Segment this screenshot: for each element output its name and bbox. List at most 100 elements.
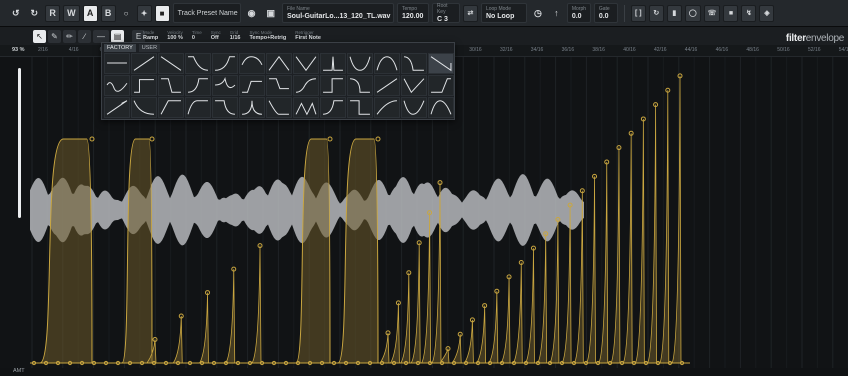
preset-shape-cell[interactable] [185,53,211,74]
lightning-icon[interactable]: ↯ [741,4,757,22]
preset-shape-cell[interactable] [320,53,346,74]
shape-preview-line [430,100,452,115]
loop-mode-field[interactable]: Loop Mode No Loop [480,3,527,23]
erase-tool-icon[interactable]: ✎ [48,30,61,43]
preset-shape-cell[interactable] [320,97,346,118]
pitch-icon[interactable]: ↑ [549,5,564,22]
preset-shape-cell[interactable] [374,75,400,96]
tab-user[interactable]: USER [138,44,161,52]
loop-back-icon[interactable]: ↻ [648,4,664,22]
sync-field[interactable]: Sync Off [208,29,224,43]
phone-icon[interactable]: ☏ [703,4,721,22]
shape-preview-icon [350,78,370,93]
preset-shape-cell[interactable] [185,75,211,96]
preset-shape-cell[interactable] [185,97,211,118]
retrigger-field[interactable]: Retrigger First Note [292,29,324,43]
preset-shape-cell[interactable] [347,97,373,118]
route-icon[interactable]: ◯ [684,4,701,22]
preset-shape-cell[interactable] [158,53,184,74]
preset-shape-cell[interactable] [347,75,373,96]
shape-preview-icon [403,78,425,94]
ruler-tick: 40/16 [623,47,636,53]
root-key-field[interactable]: Root Key C 3 [431,3,460,23]
envelope-spike [172,316,183,364]
morph-field[interactable]: Morph 0.0 [566,3,591,23]
preset-shape-cell[interactable] [374,53,400,74]
time-icon[interactable]: ◷ [530,5,546,22]
preset-shape-cell[interactable] [401,53,427,74]
preset-shape-cell[interactable] [266,97,292,118]
loop-icon[interactable]: ⇄ [462,4,478,22]
envelope-pulse [337,138,379,364]
preset-shape-cell[interactable] [401,75,427,96]
grid-field[interactable]: Grid 1/16 [227,29,244,43]
shape-preview-line [134,79,154,93]
preset-shape-cell[interactable] [239,53,265,74]
line-tool-icon[interactable]: ∕ [78,30,91,43]
undo-icon[interactable]: ↺ [8,5,24,22]
velocity-field[interactable]: Velocity 100 % [164,29,186,43]
redo-icon[interactable]: ↻ [27,5,43,22]
ruler-tick: 50/16 [777,47,790,53]
b-button[interactable]: B [100,4,116,22]
mode-field[interactable]: Mode Ramp [140,29,161,43]
draw-tool-icon[interactable]: ✏ [63,30,76,43]
preset-shape-cell[interactable] [212,97,238,118]
file-name-field[interactable]: File Name Soul-GuitarLo...13_120_TL.wav [281,3,394,23]
preset-shape-cell[interactable] [293,97,319,118]
read-button[interactable]: R [45,4,61,22]
envelope-spike [224,269,236,364]
write-button[interactable]: W [63,4,80,22]
tab-factory[interactable]: FACTORY [104,44,136,52]
preset-shape-cell[interactable] [266,53,292,74]
preset-shape-cell[interactable] [374,97,400,118]
shape-preview-icon [160,100,181,115]
preset-shape-cell[interactable] [428,75,454,96]
select-tool-icon[interactable]: ↖ [33,30,46,43]
preset-shape-cell[interactable] [104,53,130,74]
marker-icon[interactable]: ▮ [666,4,682,22]
preset-shape-cell[interactable] [131,53,157,74]
preset-shape-cell[interactable] [158,97,184,118]
preset-shape-cell[interactable] [293,75,319,96]
preset-shape-cell[interactable] [428,53,454,74]
preset-shape-cell[interactable] [239,75,265,96]
shape-preview-line [349,56,371,71]
folder-icon[interactable]: ▣ [262,5,279,22]
shape-preview-line [323,78,343,93]
tempo-field[interactable]: Tempo 120.00 [396,3,429,23]
gate-field[interactable]: Gate 0.0 [593,3,618,23]
lock-icon[interactable]: ■ [723,4,739,22]
preset-shape-cell[interactable] [104,97,130,118]
preset-browser-icon[interactable]: ◉ [244,5,260,22]
shape-preview-icon [268,100,289,115]
preset-shape-cell[interactable] [401,97,427,118]
preset-shape-cell[interactable] [131,75,157,96]
envelope-spike [389,302,400,364]
a-button[interactable]: A [82,4,98,22]
shape-preview-icon [241,56,263,66]
ruler-tick: 30/16 [469,47,482,53]
copy-icon[interactable]: ○ [119,5,134,22]
preset-shape-cell[interactable] [239,97,265,118]
ruler-tick: 38/16 [592,47,605,53]
preset-shape-cell[interactable] [293,53,319,74]
preset-shape-cell[interactable] [428,97,454,118]
shape-preview-icon [430,100,452,115]
preset-shape-cell[interactable] [131,97,157,118]
preset-shape-cell[interactable] [320,75,346,96]
preset-shape-cell[interactable] [347,53,373,74]
preset-shape-cell[interactable] [266,75,292,96]
preset-shape-cell[interactable] [158,75,184,96]
preset-shape-cell[interactable] [212,53,238,74]
time-field[interactable]: Time 0 [189,29,205,43]
sync-mode-field[interactable]: Sync Mode Tempo+Retrig [246,29,289,43]
tool-icon[interactable]: ✦ [136,4,152,22]
amount-slider[interactable] [18,68,21,218]
plugin-icon[interactable]: ■ [154,4,170,22]
preset-shape-cell[interactable] [212,75,238,96]
preset-shape-cell[interactable] [104,75,130,96]
bracket-icon[interactable]: [ ] [630,4,646,22]
track-preset-field[interactable]: Track Preset Name [172,3,241,23]
settings-icon[interactable]: ◈ [759,4,775,22]
